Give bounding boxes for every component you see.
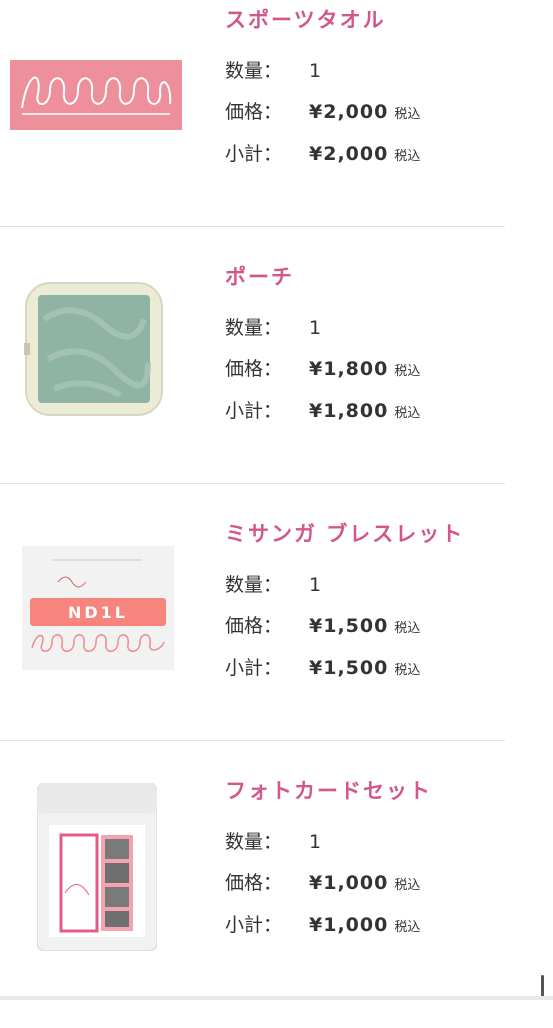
subtotal-label: 小計： [225, 143, 283, 165]
divider [0, 740, 505, 741]
price-value: ¥1,500 [309, 615, 389, 637]
cart-item: フォトカードセット 数量： 1 価格： ¥1,000 税込 小計： ¥1,000 税込 [0, 771, 505, 1028]
subtotal-row: 小計： ¥1,800 税込 [225, 396, 420, 423]
subtotal-row: 小計： ¥1,500 税込 [225, 653, 420, 680]
qty-value: 1 [309, 317, 322, 339]
qty-row: 数量： 1 [225, 570, 321, 597]
price-row: 価格： ¥1,800 税込 [225, 354, 420, 381]
cart-item: ND1L ミサンガ ブレスレット 数量： 1 価格： ¥1,500 税込 小計： ¥1,… [0, 514, 505, 771]
qty-row: 数量： 1 [225, 56, 321, 83]
item-name[interactable]: フォトカードセット [225, 775, 432, 805]
price-value: ¥1,000 [309, 872, 389, 894]
scrollbar[interactable] [541, 975, 544, 998]
qty-row: 数量： 1 [225, 827, 321, 854]
subtotal-value: ¥1,500 [309, 657, 389, 679]
price-label: 価格： [225, 358, 283, 380]
qty-value: 1 [309, 831, 322, 853]
price-row: 価格： ¥2,000 税込 [225, 97, 420, 124]
tax-note: 税込 [394, 878, 421, 893]
subtotal-label: 小計： [225, 914, 283, 936]
price-label: 価格： [225, 615, 283, 637]
towel-image[interactable] [10, 60, 182, 130]
subtotal-value: ¥2,000 [309, 143, 389, 165]
price-row: 価格： ¥1,500 税込 [225, 611, 420, 638]
tax-note: 税込 [394, 920, 421, 935]
price-label: 価格： [225, 101, 283, 123]
tax-note: 税込 [394, 364, 421, 379]
price-value: ¥1,800 [309, 358, 389, 380]
tax-note: 税込 [394, 149, 421, 164]
cart-item: スポーツタオル 数量： 1 価格： ¥2,000 税込 小計： ¥2,000 税込 [0, 0, 505, 257]
price-row: 価格： ¥1,000 税込 [225, 868, 420, 895]
cart-item: ポーチ 数量： 1 価格： ¥1,800 税込 小計： ¥1,800 税込 [0, 257, 505, 514]
tax-note: 税込 [394, 406, 421, 421]
subtotal-row: 小計： ¥1,000 税込 [225, 910, 420, 937]
subtotal-label: 小計： [225, 400, 283, 422]
qty-label: 数量： [225, 317, 283, 339]
tax-note: 税込 [394, 621, 421, 636]
tax-note: 税込 [394, 107, 421, 122]
subtotal-label: 小計： [225, 657, 283, 679]
qty-row: 数量： 1 [225, 313, 321, 340]
divider [0, 226, 505, 227]
item-name[interactable]: ポーチ [225, 261, 294, 291]
item-name[interactable]: ミサンガ ブレスレット [225, 518, 464, 548]
subtotal-value: ¥1,800 [309, 400, 389, 422]
subtotal-value: ¥1,000 [309, 914, 389, 936]
item-name[interactable]: スポーツタオル [225, 4, 386, 34]
qty-value: 1 [309, 60, 322, 82]
tax-note: 税込 [394, 663, 421, 678]
bracelet-text: ND1L [68, 603, 128, 622]
price-label: 価格： [225, 872, 283, 894]
bottom-divider [0, 996, 553, 1000]
pouch-image[interactable] [24, 279, 164, 419]
qty-value: 1 [309, 574, 322, 596]
price-value: ¥2,000 [309, 101, 389, 123]
qty-label: 数量： [225, 831, 283, 853]
photocard-image[interactable] [37, 783, 157, 951]
qty-label: 数量： [225, 574, 283, 596]
subtotal-row: 小計： ¥2,000 税込 [225, 139, 420, 166]
divider [0, 483, 505, 484]
bracelet-image[interactable]: ND1L [22, 546, 174, 670]
qty-label: 数量： [225, 60, 283, 82]
